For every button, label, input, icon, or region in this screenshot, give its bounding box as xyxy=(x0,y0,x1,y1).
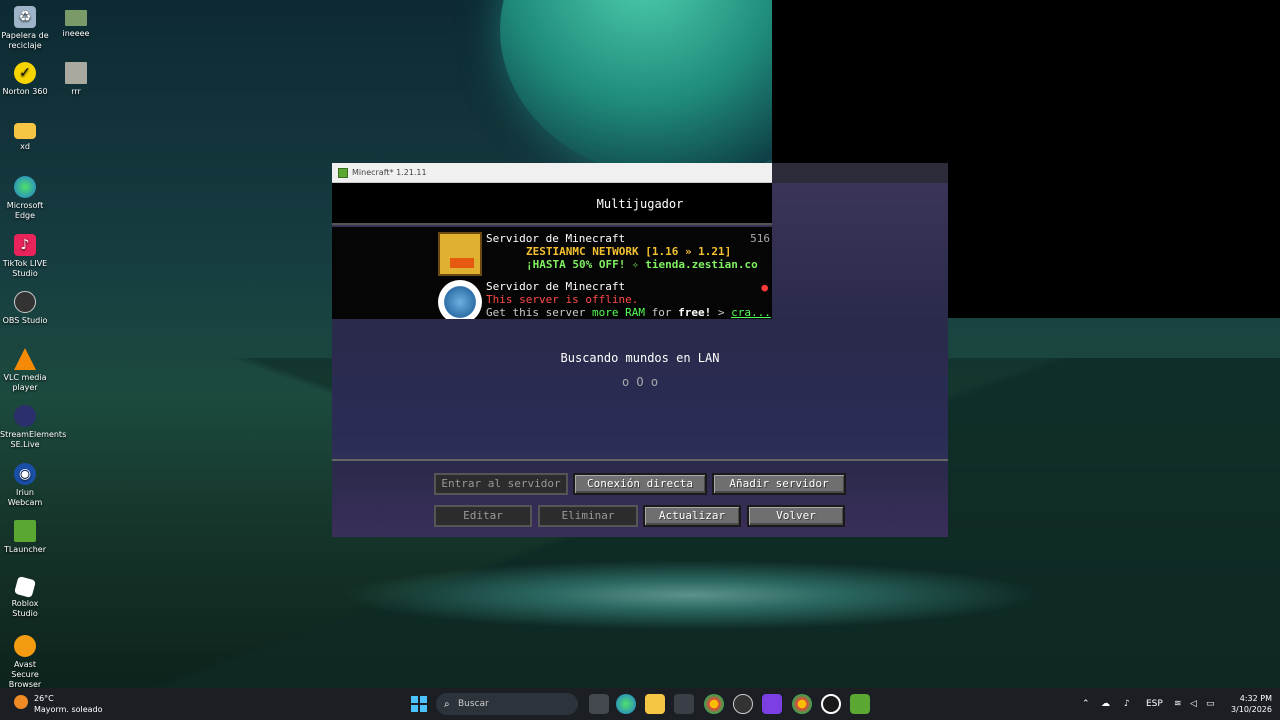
taskbar: 26°C Mayorm. soleado ⌕ Buscar ⌃ ☁ ♪ ESP … xyxy=(0,688,1280,720)
window-title: Minecraft* 1.21.11 xyxy=(352,168,427,177)
weather-desc: Mayorm. soleado xyxy=(34,705,103,714)
roblox-icon xyxy=(13,575,37,599)
tlauncher-icon xyxy=(14,520,36,542)
recycle-bin-icon: ♻ xyxy=(14,6,36,28)
lan-search-label: Buscando mundos en LAN xyxy=(560,351,720,365)
lan-loading-indicator: o O o xyxy=(621,375,659,389)
desktop-icon-tlauncher[interactable]: TLauncher xyxy=(0,520,50,555)
volume-icon[interactable]: ◁ xyxy=(1190,688,1197,720)
cloud-icon[interactable]: ☁ xyxy=(1101,688,1110,720)
microphone-icon[interactable]: ♪ xyxy=(1124,688,1130,720)
app-purple-icon[interactable] xyxy=(762,694,782,714)
taskbar-search[interactable]: ⌕ Buscar xyxy=(436,693,578,715)
desktop-icon-ineeee[interactable]: ineeee xyxy=(51,10,101,39)
delete-button[interactable]: Eliminar xyxy=(538,505,638,527)
minecraft-window: Minecraft* 1.21.11 Multijugador Servidor… xyxy=(332,163,948,537)
streamelements-icon xyxy=(14,405,36,427)
search-placeholder: Buscar xyxy=(458,699,489,709)
refresh-button[interactable]: Actualizar xyxy=(643,505,741,527)
clock-date: 3/10/2026 xyxy=(1230,705,1272,714)
chevron-up-icon[interactable]: ⌃ xyxy=(1082,688,1090,720)
desktop-icon-norton[interactable]: ✓ Norton 360 xyxy=(0,62,50,97)
desktop-icon-rrr[interactable]: rrr xyxy=(51,62,101,97)
clock-time: 4:32 PM xyxy=(1239,694,1272,703)
screen-header: Multijugador xyxy=(332,183,772,225)
app-circle-icon[interactable] xyxy=(821,694,841,714)
multiplayer-screen: Multijugador Servidor de Minecraft ZESTI… xyxy=(332,183,948,537)
sun-icon xyxy=(14,695,28,709)
search-icon: ⌕ xyxy=(444,699,450,710)
server-icon-default xyxy=(438,280,482,319)
image-file-icon xyxy=(65,10,87,26)
desktop-icon-avast[interactable]: Avast Secure Browser xyxy=(0,635,50,690)
server-status-offline: This server is offline. xyxy=(486,293,639,306)
server-player-count: 516 xyxy=(750,232,770,245)
desktop-icon-edge[interactable]: Microsoft Edge xyxy=(0,176,50,221)
tiktok-icon: ♪ xyxy=(14,234,36,256)
desktop-icon-xd-folder[interactable]: xd xyxy=(0,120,50,152)
image-file-icon xyxy=(65,62,87,84)
server-list[interactable]: Servidor de Minecraft ZESTIANMC NETWORK … xyxy=(332,227,772,319)
desktop-icon-obs[interactable]: OBS Studio xyxy=(0,291,50,326)
screen-title: Multijugador xyxy=(596,197,684,211)
minecraft-app-icon xyxy=(338,168,348,178)
chrome-icon[interactable] xyxy=(704,694,724,714)
store-icon[interactable] xyxy=(674,694,694,714)
file-explorer-icon[interactable] xyxy=(645,694,665,714)
desktop-icon-iriun[interactable]: ◉ Iriun Webcam xyxy=(0,463,50,508)
server-motd-line1: ZESTIANMC NETWORK [1.16 » 1.21] xyxy=(526,245,732,258)
server-motd-line2: ¡HASTA 50% OFF! ✧ tienda.zestian.co xyxy=(526,258,758,271)
task-view-icon[interactable] xyxy=(589,694,609,714)
server-name: Servidor de Minecraft xyxy=(486,280,626,293)
add-server-button[interactable]: Añadir servidor xyxy=(712,473,846,495)
desktop-icon-streamelements[interactable]: StreamElements SE.Live xyxy=(0,405,66,450)
server-name: Servidor de Minecraft xyxy=(486,232,626,245)
start-button[interactable] xyxy=(411,696,427,712)
edge-icon xyxy=(14,176,36,198)
offline-status-icon: ● xyxy=(761,281,768,294)
edge-icon[interactable] xyxy=(616,694,636,714)
server-icon-duck xyxy=(438,232,482,276)
weather-temp: 26°C xyxy=(34,694,54,703)
folder-icon xyxy=(14,123,36,139)
desktop-icon-tiktok[interactable]: ♪ TikTok LIVE Studio xyxy=(0,234,50,279)
direct-connect-button[interactable]: Conexión directa xyxy=(573,473,707,495)
battery-icon[interactable]: ▭ xyxy=(1206,688,1215,720)
wallpaper-river xyxy=(340,560,1040,630)
obs-icon xyxy=(14,291,36,313)
avast-icon xyxy=(14,635,36,657)
server-ad-line: Get this server more RAM for free! > cra… xyxy=(486,306,771,319)
server-ad-link[interactable]: cra... xyxy=(731,306,771,319)
vlc-icon xyxy=(14,348,36,370)
obs-icon[interactable] xyxy=(733,694,753,714)
taskbar-clock[interactable]: 4:32 PM 3/10/2026 xyxy=(1226,693,1272,715)
wifi-icon[interactable]: ≋ xyxy=(1174,688,1182,720)
button-bar: Entrar al servidor Conexión directa Añad… xyxy=(332,459,948,537)
minecraft-icon[interactable] xyxy=(850,694,870,714)
edit-button[interactable]: Editar xyxy=(434,505,532,527)
desktop-icon-vlc[interactable]: VLC media player xyxy=(0,348,50,393)
webcam-icon: ◉ xyxy=(14,463,36,485)
server-entry-zestian[interactable]: Servidor de Minecraft ZESTIANMC NETWORK … xyxy=(438,229,772,276)
chrome-icon[interactable] xyxy=(792,694,812,714)
norton-icon: ✓ xyxy=(14,62,36,84)
join-server-button[interactable]: Entrar al servidor xyxy=(434,473,568,495)
back-button[interactable]: Volver xyxy=(747,505,845,527)
desktop-icon-recycle-bin[interactable]: ♻ Papelera de reciclaje xyxy=(0,6,50,51)
language-indicator[interactable]: ESP xyxy=(1146,688,1163,720)
server-entry-offline[interactable]: Servidor de Minecraft This server is off… xyxy=(438,277,772,319)
desktop-icon-roblox[interactable]: Roblox Studio xyxy=(0,575,50,619)
windows-logo-icon xyxy=(411,696,418,703)
window-titlebar[interactable]: Minecraft* 1.21.11 xyxy=(332,163,772,183)
